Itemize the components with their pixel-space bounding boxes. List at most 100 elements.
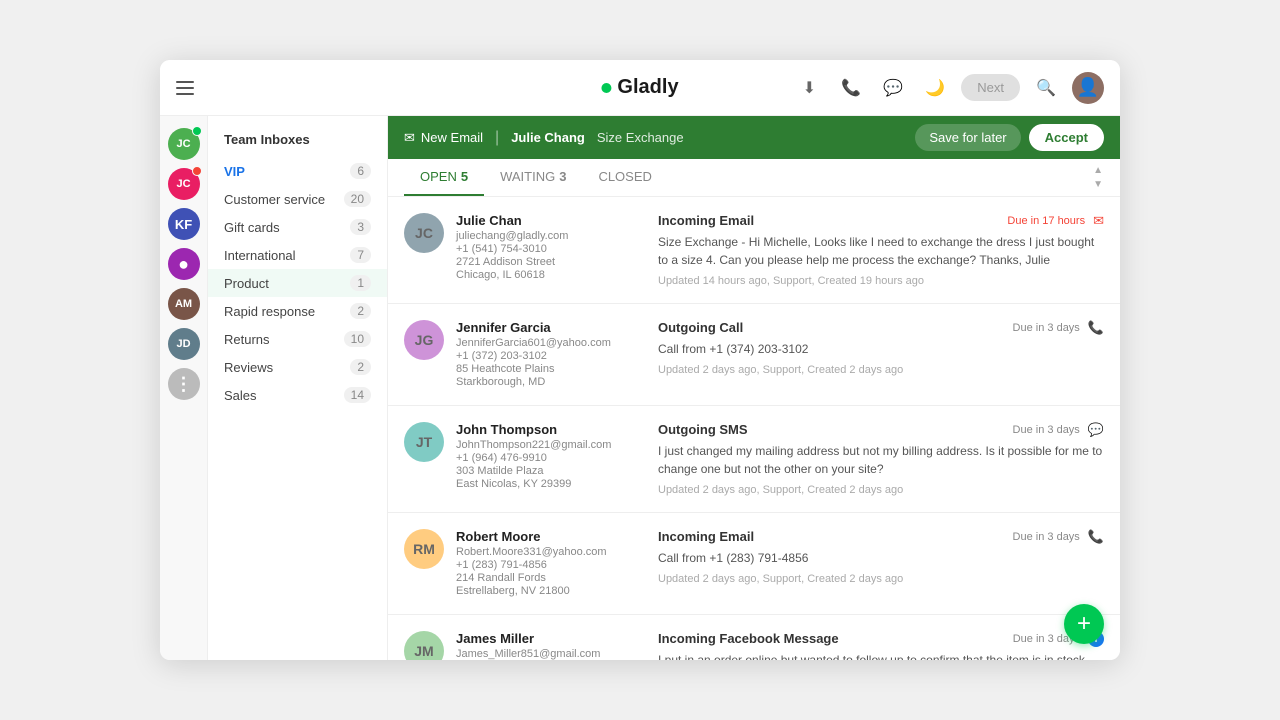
conv-header-3: Outgoing SMS Due in 3 days 💬 bbox=[658, 422, 1104, 438]
sidebar-more[interactable]: ⋮ bbox=[168, 368, 200, 400]
contact-info-1: Julie Chan juliechang@gladly.com +1 (541… bbox=[456, 213, 646, 287]
contact-address1-1: 2721 Addison Street bbox=[456, 256, 646, 268]
app-window: Gladly ⬇ 📞 💬 🌙 Next 🔍 👤 JC JC bbox=[160, 60, 1120, 660]
conv-details-2: Outgoing Call Due in 3 days 📞 Call from … bbox=[658, 320, 1104, 389]
contact-email-1: juliechang@gladly.com bbox=[456, 230, 646, 242]
conv-header-5: Incoming Facebook Message Due in 3 days … bbox=[658, 631, 1104, 647]
conv-due-4: Due in 3 days 📞 bbox=[1013, 529, 1104, 545]
contact-address2-3: East Nicolas, KY 29399 bbox=[456, 478, 646, 490]
left-nav-title: Team Inboxes bbox=[208, 132, 387, 157]
conv-type-3: Outgoing SMS bbox=[658, 422, 748, 437]
app-logo: Gladly bbox=[601, 76, 678, 99]
contact-name-4: Robert Moore bbox=[456, 529, 646, 544]
conv-preview-1: Size Exchange - Hi Michelle, Looks like … bbox=[658, 233, 1104, 269]
nav-item-gift-cards[interactable]: Gift cards 3 bbox=[208, 213, 387, 241]
contact-name-5: James Miller bbox=[456, 631, 646, 646]
contact-info-5: James Miller James_Miller851@gmail.com +… bbox=[456, 631, 646, 660]
nav-label-rapid: Rapid response bbox=[224, 304, 315, 319]
conversation-item-4[interactable]: RM Robert Moore Robert.Moore331@yahoo.co… bbox=[388, 513, 1120, 615]
sidebar-avatar-1[interactable]: JC bbox=[168, 128, 200, 160]
phone-icon-2: 📞 bbox=[1088, 320, 1104, 336]
contact-phone-4: +1 (283) 791-4856 bbox=[456, 559, 646, 571]
due-text-1: Due in 17 hours bbox=[1007, 215, 1085, 227]
nav-label-sales: Sales bbox=[224, 388, 257, 403]
contact-address1-4: 214 Randall Fords bbox=[456, 572, 646, 584]
sms-icon-3: 💬 bbox=[1088, 422, 1104, 438]
conv-type-5: Incoming Facebook Message bbox=[658, 631, 839, 646]
top-bar-left bbox=[176, 81, 194, 95]
phone-icon[interactable]: 📞 bbox=[835, 72, 867, 104]
download-icon[interactable]: ⬇ bbox=[793, 72, 825, 104]
conv-header-4: Incoming Email Due in 3 days 📞 bbox=[658, 529, 1104, 545]
nav-item-vip[interactable]: VIP 6 bbox=[208, 157, 387, 185]
nav-item-international[interactable]: International 7 bbox=[208, 241, 387, 269]
nav-count-reviews: 2 bbox=[350, 359, 371, 375]
conversation-item-3[interactable]: JT John Thompson JohnThompson221@gmail.c… bbox=[388, 406, 1120, 513]
tab-open-count: 5 bbox=[461, 169, 468, 184]
conv-type-1: Incoming Email bbox=[658, 213, 754, 228]
sidebar-avatar-6[interactable]: JD bbox=[168, 328, 200, 360]
nav-item-product[interactable]: Product 1 bbox=[208, 269, 387, 297]
sidebar-avatar-4[interactable]: ● bbox=[168, 248, 200, 280]
nav-count-sales: 14 bbox=[344, 387, 371, 403]
fab-button[interactable]: + bbox=[1064, 604, 1104, 644]
contact-info-2: Jennifer Garcia JenniferGarcia601@yahoo.… bbox=[456, 320, 646, 389]
mail-icon-1: ✉ bbox=[1093, 213, 1104, 229]
conversation-item-5[interactable]: JM James Miller James_Miller851@gmail.co… bbox=[388, 615, 1120, 660]
contact-email-4: Robert.Moore331@yahoo.com bbox=[456, 546, 646, 558]
nav-label-returns: Returns bbox=[224, 332, 270, 347]
avatar-5: JM bbox=[404, 631, 444, 660]
tab-open-label: OPEN bbox=[420, 169, 457, 184]
tab-open[interactable]: OPEN 5 bbox=[404, 159, 484, 196]
sidebar-avatar-3[interactable]: KF bbox=[168, 208, 200, 240]
contact-info-4: Robert Moore Robert.Moore331@yahoo.com +… bbox=[456, 529, 646, 598]
top-bar: Gladly ⬇ 📞 💬 🌙 Next 🔍 👤 bbox=[160, 60, 1120, 116]
conv-type-4: Incoming Email bbox=[658, 529, 754, 544]
search-icon[interactable]: 🔍 bbox=[1030, 72, 1062, 104]
contact-email-5: James_Miller851@gmail.com bbox=[456, 648, 646, 660]
contact-phone-3: +1 (964) 476-9910 bbox=[456, 452, 646, 464]
save-later-button[interactable]: Save for later bbox=[915, 124, 1020, 151]
tab-waiting[interactable]: WAITING 3 bbox=[484, 159, 582, 196]
moon-icon[interactable]: 🌙 bbox=[919, 72, 951, 104]
user-avatar[interactable]: 👤 bbox=[1072, 72, 1104, 104]
sidebar-avatar-5[interactable]: AM bbox=[168, 288, 200, 320]
nav-item-rapid[interactable]: Rapid response 2 bbox=[208, 297, 387, 325]
toolbar-customer-name: Julie Chang bbox=[511, 130, 585, 145]
accept-button[interactable]: Accept bbox=[1029, 124, 1104, 151]
nav-count-gc: 3 bbox=[350, 219, 371, 235]
contact-info-3: John Thompson JohnThompson221@gmail.com … bbox=[456, 422, 646, 496]
conversation-item-2[interactable]: JG Jennifer Garcia JenniferGarcia601@yah… bbox=[388, 304, 1120, 406]
chevron-up[interactable]: ▲ bbox=[1092, 165, 1104, 177]
nav-label-cs: Customer service bbox=[224, 192, 325, 207]
conversation-item-1[interactable]: JC Julie Chan juliechang@gladly.com +1 (… bbox=[388, 197, 1120, 304]
contact-address2-2: Starkborough, MD bbox=[456, 376, 646, 388]
nav-item-reviews[interactable]: Reviews 2 bbox=[208, 353, 387, 381]
envelope-icon: ✉ bbox=[404, 130, 415, 146]
due-text-2: Due in 3 days bbox=[1013, 322, 1080, 334]
avatar-4: RM bbox=[404, 529, 444, 569]
conv-due-2: Due in 3 days 📞 bbox=[1013, 320, 1104, 336]
sidebar-avatar-2[interactable]: JC bbox=[168, 168, 200, 200]
nav-count-intl: 7 bbox=[350, 247, 371, 263]
conv-details-4: Incoming Email Due in 3 days 📞 Call from… bbox=[658, 529, 1104, 598]
chevron-down[interactable]: ▼ bbox=[1092, 179, 1104, 191]
conversation-area: ✉ New Email | Julie Chang Size Exchange … bbox=[388, 116, 1120, 660]
nav-item-sales[interactable]: Sales 14 bbox=[208, 381, 387, 409]
nav-item-returns[interactable]: Returns 10 bbox=[208, 325, 387, 353]
new-email-button[interactable]: ✉ New Email bbox=[404, 130, 483, 146]
next-button[interactable]: Next bbox=[961, 74, 1020, 101]
tab-closed[interactable]: CLOSED bbox=[582, 159, 667, 196]
nav-count-rapid: 2 bbox=[350, 303, 371, 319]
toolbar-subject: Size Exchange bbox=[597, 130, 684, 145]
contact-address1-3: 303 Matilde Plaza bbox=[456, 465, 646, 477]
contact-email-2: JenniferGarcia601@yahoo.com bbox=[456, 337, 646, 349]
conv-meta-4: Updated 2 days ago, Support, Created 2 d… bbox=[658, 573, 1104, 585]
nav-count-product: 1 bbox=[350, 275, 371, 291]
contact-email-3: JohnThompson221@gmail.com bbox=[456, 439, 646, 451]
nav-item-customer-service[interactable]: Customer service 20 bbox=[208, 185, 387, 213]
conv-header-1: Incoming Email Due in 17 hours ✉ bbox=[658, 213, 1104, 229]
message-icon[interactable]: 💬 bbox=[877, 72, 909, 104]
hamburger-menu[interactable] bbox=[176, 81, 194, 95]
contact-address2-1: Chicago, IL 60618 bbox=[456, 269, 646, 281]
